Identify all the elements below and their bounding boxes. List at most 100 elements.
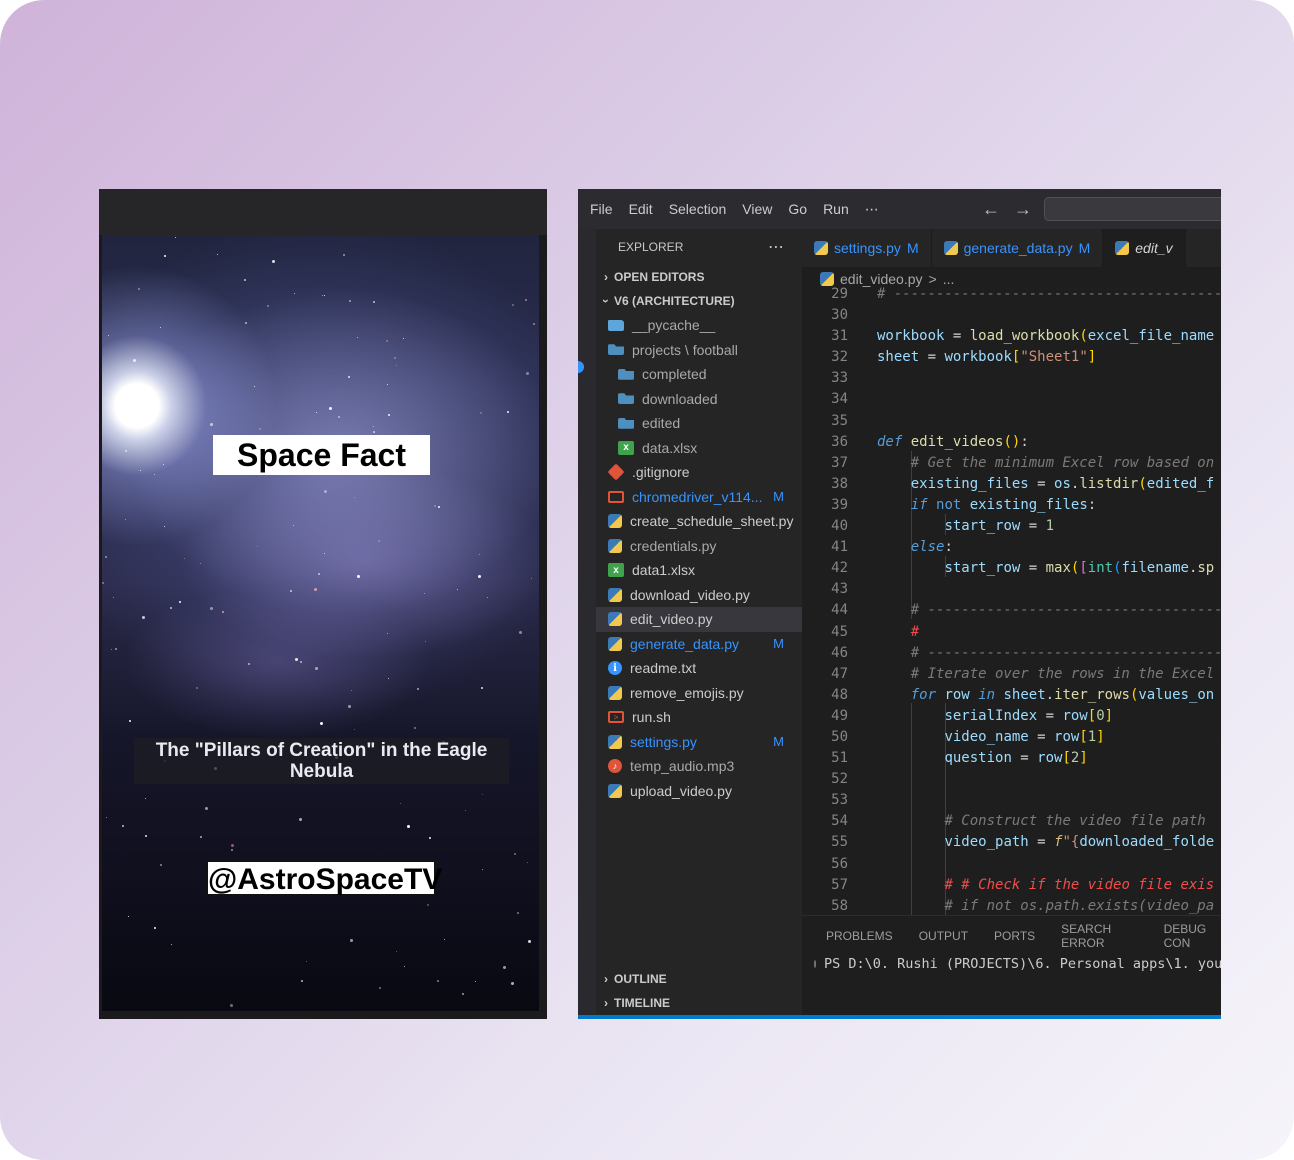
star bbox=[348, 376, 351, 379]
python-icon bbox=[1115, 241, 1130, 255]
file-tree-item[interactable]: projects \ football bbox=[596, 338, 802, 363]
outline-section[interactable]: › OUTLINE bbox=[596, 967, 802, 991]
python-icon bbox=[608, 514, 622, 529]
menu-selection[interactable]: Selection bbox=[661, 189, 735, 229]
menu-more[interactable]: ⋯ bbox=[857, 189, 887, 229]
file-tree-item[interactable]: > run.sh bbox=[596, 705, 802, 730]
file-tree-item[interactable]: ♪ temp_audio.mp3 bbox=[596, 754, 802, 779]
timeline-section[interactable]: › TIMELINE bbox=[596, 991, 802, 1015]
star bbox=[406, 824, 410, 828]
tab-problems[interactable]: PROBLEMS bbox=[826, 929, 893, 943]
file-tree-label: create_schedule_sheet.py bbox=[630, 513, 794, 530]
tab-label: settings.py bbox=[834, 240, 901, 256]
star bbox=[243, 278, 246, 281]
menu-go[interactable]: Go bbox=[780, 189, 815, 229]
bottom-panel: PROBLEMS OUTPUT PORTS SEARCH ERROR DEBUG… bbox=[802, 915, 1221, 1019]
star bbox=[396, 364, 398, 366]
star bbox=[356, 574, 360, 578]
file-tree-item[interactable]: chromedriver_v114... M bbox=[596, 485, 802, 510]
file-tree-item[interactable]: settings.py M bbox=[596, 730, 802, 755]
file-tree-item[interactable]: edit_video.py bbox=[596, 607, 802, 632]
star bbox=[299, 817, 303, 821]
tab-debug-console[interactable]: DEBUG CON bbox=[1164, 922, 1221, 950]
menu-edit[interactable]: Edit bbox=[621, 189, 661, 229]
tab-output[interactable]: OUTPUT bbox=[919, 929, 968, 943]
explorer-more-icon[interactable]: ⋯ bbox=[768, 237, 784, 257]
file-tree-label: edit_video.py bbox=[630, 611, 713, 628]
tab-edit-video[interactable]: edit_v bbox=[1103, 229, 1186, 267]
chevron-right-icon: › bbox=[604, 270, 608, 284]
file-tree-item[interactable]: credentials.py bbox=[596, 534, 802, 559]
file-tree-label: download_video.py bbox=[630, 586, 750, 603]
background: Space Fact The "Pillars of Creation" in … bbox=[0, 0, 1294, 1160]
code-line: 37 # Get the minimum Excel row based on bbox=[831, 454, 1215, 471]
tab-generate-data[interactable]: generate_data.py M bbox=[932, 229, 1104, 267]
tab-settings[interactable]: settings.py M bbox=[802, 229, 932, 267]
star bbox=[486, 597, 488, 599]
code-line: 48 for row in sheet.iter_rows(values_on bbox=[831, 686, 1215, 703]
file-tree-label: .gitignore bbox=[632, 464, 690, 481]
code-line: 47 # Iterate over the rows in the Excel bbox=[831, 665, 1215, 682]
shell-icon: > bbox=[608, 711, 624, 724]
file-tree-item[interactable]: remove_emojis.py bbox=[596, 681, 802, 706]
star bbox=[379, 987, 382, 990]
star bbox=[477, 574, 481, 578]
folder-open-icon bbox=[618, 417, 634, 429]
menu-view[interactable]: View bbox=[734, 189, 780, 229]
star bbox=[163, 525, 165, 527]
code-line: 43 bbox=[831, 581, 848, 598]
star bbox=[475, 980, 477, 982]
star bbox=[199, 835, 202, 838]
star bbox=[289, 589, 292, 592]
code-line: 33 bbox=[831, 370, 848, 387]
star bbox=[293, 293, 295, 295]
modified-badge: M bbox=[773, 636, 784, 652]
modified-badge: M bbox=[906, 240, 919, 256]
star bbox=[437, 980, 440, 983]
terminal[interactable]: PS D:\0. Rushi (PROJECTS)\6. Personal ap… bbox=[802, 956, 1221, 972]
file-tree-item[interactable]: completed bbox=[596, 362, 802, 387]
code-line: 34 bbox=[831, 391, 848, 408]
code-line: 39 if not existing_files: bbox=[831, 496, 1097, 513]
file-tree-item[interactable]: download_video.py bbox=[596, 583, 802, 608]
chevron-right-icon: › bbox=[604, 972, 608, 986]
notification-badge-icon bbox=[578, 361, 584, 373]
video-top-bar bbox=[99, 189, 547, 235]
menu-file[interactable]: File bbox=[578, 189, 621, 229]
explorer-title: EXPLORER bbox=[618, 240, 684, 254]
audio-icon: ♪ bbox=[608, 759, 622, 774]
file-tree-label: projects \ football bbox=[632, 341, 738, 358]
tab-search-error[interactable]: SEARCH ERROR bbox=[1061, 922, 1137, 950]
star bbox=[388, 414, 391, 417]
star bbox=[108, 335, 110, 337]
file-tree-label: completed bbox=[642, 366, 707, 383]
menu-run[interactable]: Run bbox=[815, 189, 857, 229]
star bbox=[351, 689, 353, 691]
file-tree-item[interactable]: edited bbox=[596, 411, 802, 436]
back-arrow-icon[interactable]: ← bbox=[982, 199, 1000, 220]
star bbox=[396, 950, 398, 952]
file-tree-item[interactable]: x data.xlsx bbox=[596, 436, 802, 461]
tab-ports[interactable]: PORTS bbox=[994, 929, 1035, 943]
star bbox=[217, 253, 219, 255]
modified-badge: M bbox=[773, 489, 784, 505]
file-tree-label: chromedriver_v114... bbox=[632, 488, 763, 505]
file-tree-item[interactable]: x data1.xlsx bbox=[596, 558, 802, 583]
workspace-section[interactable]: › V6 (ARCHITECTURE) bbox=[596, 289, 802, 313]
code-line: 50 video_name = row[1] bbox=[831, 728, 1105, 745]
code-editor[interactable]: 29 # ------------------------------------… bbox=[802, 284, 1221, 948]
file-tree-item[interactable]: upload_video.py bbox=[596, 779, 802, 804]
file-tree-item[interactable]: __pycache__ bbox=[596, 313, 802, 338]
file-tree-item[interactable]: .gitignore bbox=[596, 460, 802, 485]
file-tree-item[interactable]: create_schedule_sheet.py bbox=[596, 509, 802, 534]
open-editors-section[interactable]: › OPEN EDITORS bbox=[596, 265, 802, 289]
file-tree-item[interactable]: generate_data.py M bbox=[596, 632, 802, 657]
file-tree-label: __pycache__ bbox=[632, 317, 716, 334]
file-tree-item[interactable]: i readme.txt bbox=[596, 656, 802, 681]
command-center-search[interactable] bbox=[1044, 197, 1221, 221]
forward-arrow-icon[interactable]: → bbox=[1014, 199, 1032, 220]
star bbox=[132, 359, 136, 363]
file-tree-item[interactable]: downloaded bbox=[596, 387, 802, 412]
star bbox=[513, 853, 516, 856]
star bbox=[400, 802, 402, 804]
